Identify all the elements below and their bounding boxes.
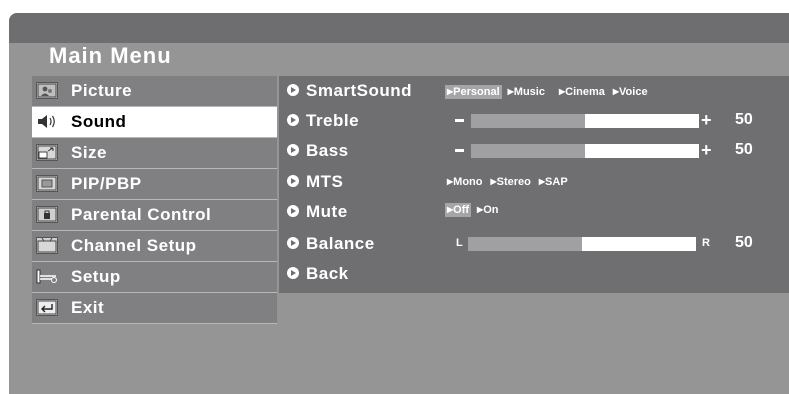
back-row[interactable]: Back [279,259,789,289]
menu-item-label: Exit [71,298,105,317]
mts-option-stereo[interactable]: ▶Stereo [488,175,532,189]
plus-icon: + [701,110,712,130]
mute-row[interactable]: Mute ▶Off ▶On [279,197,789,227]
menu-item-label: Channel Setup [71,236,197,255]
menu-item-channel-setup[interactable]: Channel Setup [32,231,277,262]
size-icon [36,144,58,161]
treble-value: 50 [735,111,753,128]
treble-label: Treble [287,111,359,131]
mts-label: MTS [287,172,343,192]
mute-option-on[interactable]: ▶On [475,203,500,217]
bullet-icon [287,143,299,156]
bass-slider-fill [471,144,585,158]
wrench-icon [36,268,58,285]
bullet-icon [287,236,299,249]
pip-icon [36,175,58,192]
menu-item-label: Sound [71,112,127,131]
bullet-icon [287,83,299,96]
smartsound-option-music[interactable]: ▶Music [506,85,547,99]
smartsound-row[interactable]: SmartSound ▶Personal ▶Music ▶Cinema ▶Voice [279,76,789,106]
menu-item-label: Picture [71,81,133,100]
balance-row[interactable]: Balance L R 50 [279,229,789,259]
lock-icon [36,206,58,223]
menu-item-label: PIP/PBP [71,174,142,193]
return-icon [36,299,58,316]
bullet-icon [287,204,299,217]
smartsound-option-personal[interactable]: ▶Personal [445,85,502,99]
smartsound-label: SmartSound [287,81,412,101]
sound-submenu: SmartSound ▶Personal ▶Music ▶Cinema ▶Voice … [279,76,789,293]
treble-slider[interactable] [471,114,699,128]
mts-option-sap[interactable]: ▶SAP [537,175,570,189]
mute-label: Mute [287,202,348,222]
menu-item-sound[interactable]: Sound [32,107,277,138]
menu-item-setup[interactable]: Setup [32,262,277,293]
bullet-icon [287,113,299,126]
bass-label: Bass [287,141,349,161]
menu-item-size[interactable]: Size [32,138,277,169]
smartsound-option-voice[interactable]: ▶Voice [611,85,650,99]
speaker-icon [36,113,58,130]
treble-slider-fill [471,114,585,128]
osd-menu: Main Menu Picture Sound Size PIP/PBP Par… [9,13,789,394]
menu-item-picture[interactable]: Picture [32,76,277,107]
bass-slider[interactable] [471,144,699,158]
mts-row[interactable]: MTS ▶Mono ▶Stereo ▶SAP [279,167,789,197]
minus-icon [455,149,464,152]
mts-options: ▶Mono ▶Stereo ▶SAP [445,175,574,189]
bass-row[interactable]: Bass + 50 [279,136,789,166]
back-label: Back [287,264,349,284]
balance-right-label: R [702,237,710,249]
balance-slider[interactable] [468,237,696,251]
osd-top-band [9,13,789,43]
menu-item-parental-control[interactable]: Parental Control [32,200,277,231]
balance-value: 50 [735,234,753,251]
balance-label: Balance [287,234,375,254]
smartsound-option-cinema[interactable]: ▶Cinema [557,85,607,99]
balance-slider-fill [468,237,582,251]
minus-icon [455,119,464,122]
mute-option-off[interactable]: ▶Off [445,203,472,217]
menu-item-label: Setup [71,267,121,286]
menu-title: Main Menu [49,43,172,68]
mute-options: ▶Off ▶On [445,203,504,217]
menu-item-exit[interactable]: Exit [32,293,277,324]
menu-item-pip-pbp[interactable]: PIP/PBP [32,169,277,200]
balance-left-label: L [456,237,463,249]
bullet-icon [287,174,299,187]
picture-icon [36,82,58,99]
mts-option-mono[interactable]: ▶Mono [445,175,484,189]
main-menu-list: Picture Sound Size PIP/PBP Parental Cont… [32,76,277,324]
bass-value: 50 [735,141,753,158]
menu-item-label: Size [71,143,108,162]
smartsound-options: ▶Personal ▶Music ▶Cinema ▶Voice [445,85,654,99]
treble-row[interactable]: Treble + 50 [279,106,789,136]
channel-icon [36,237,58,254]
menu-item-label: Parental Control [71,205,212,224]
bullet-icon [287,266,299,279]
plus-icon: + [701,140,712,160]
